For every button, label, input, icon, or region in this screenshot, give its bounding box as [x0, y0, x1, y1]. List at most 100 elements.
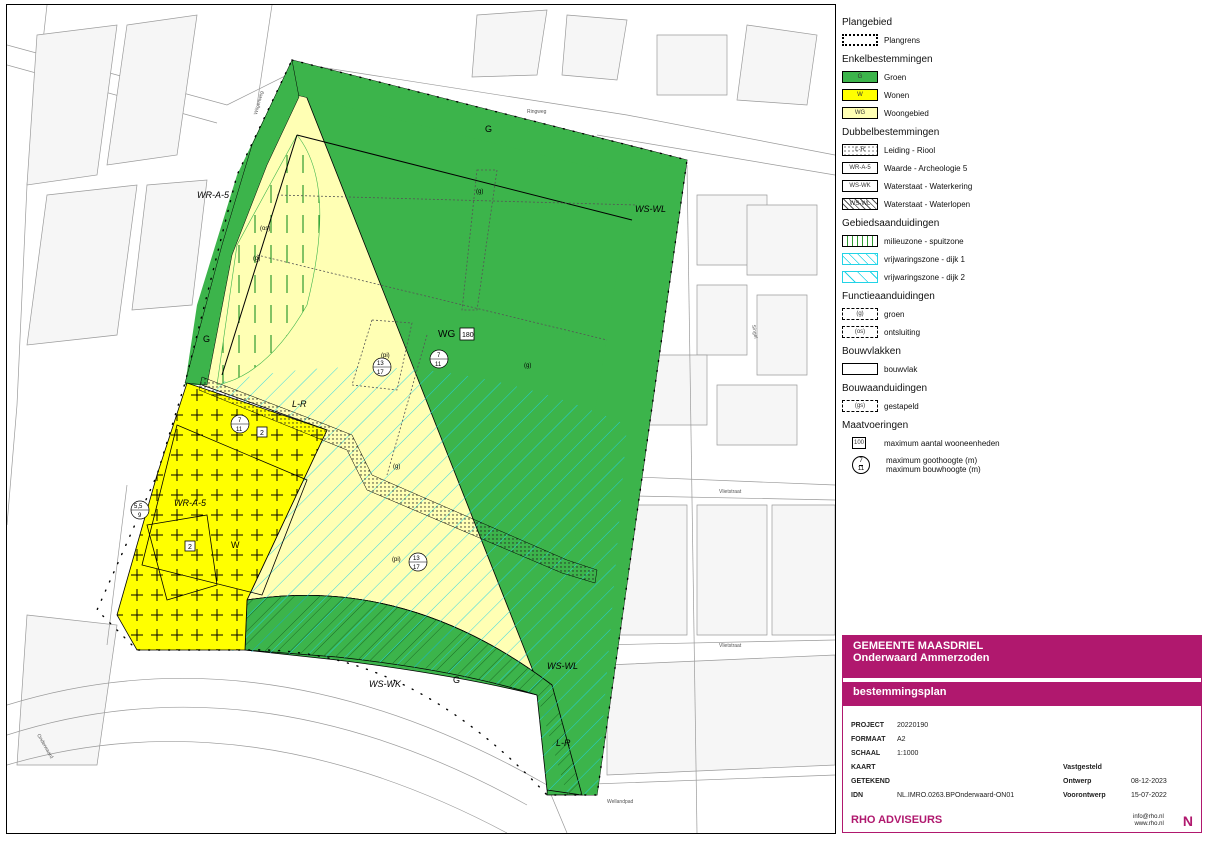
- title-block: GEMEENTE MAASDRIEL Onderwaard Ammerzoden…: [842, 635, 1202, 833]
- street-label: Vlietstraat: [719, 643, 742, 649]
- plangrens-swatch: [842, 34, 878, 46]
- label-w-units: 2: [260, 430, 264, 437]
- map-canvas: G G G WG 180 W 2 2 WR-A-5 WR-A-5 WS-WL W…: [7, 5, 835, 833]
- woongebied-swatch: WG: [842, 107, 878, 119]
- legend-heading-plangebied: Plangebied: [842, 17, 893, 28]
- legend-heading-enkel: Enkelbestemmingen: [842, 54, 933, 65]
- label-h11b: 11: [236, 427, 243, 433]
- legend-item-leiding-riool: L-R Leiding - Riool: [842, 141, 1202, 159]
- label-lr-top: L-R: [292, 399, 307, 409]
- label-wg: WG: [438, 329, 455, 340]
- legend-item-wonen: W Wonen: [842, 86, 1202, 104]
- label-g-paren-3: (g): [524, 363, 531, 369]
- gemeente-name: GEMEENTE MAASDRIEL: [853, 640, 984, 652]
- legend-item-wooneenheden: 100 maximum aantal wooneenheden: [852, 437, 1000, 449]
- legend-item-ontsluiting: (os) ontsluiting: [842, 323, 1202, 341]
- vastgesteld-label: Vastgesteld: [1063, 764, 1102, 771]
- legend-heading-maat: Maatvoeringen: [842, 420, 909, 431]
- legend-heading-bouwvlak: Bouwvlakken: [842, 346, 901, 357]
- label-g-bottom: G: [453, 675, 460, 685]
- dijk1-swatch: [842, 253, 878, 265]
- legend-heading-gebied: Gebiedsaanduidingen: [842, 218, 940, 229]
- legend-heading-functie: Functieaanduidingen: [842, 291, 935, 302]
- legend: Plangebied Plangrens Enkelbestemmingen G…: [842, 12, 1202, 478]
- project-value: 20220190: [897, 722, 929, 729]
- voorontwerp-value: 15-07-2022: [1131, 792, 1167, 799]
- zoning-map[interactable]: G G G WG 180 W 2 2 WR-A-5 WR-A-5 WS-WL W…: [6, 4, 836, 834]
- legend-item-hoogte: 7 11 maximum goothoogte (m) maximum bouw…: [842, 452, 1202, 478]
- label-lr-bot: L-R: [556, 738, 571, 748]
- street-label: Ringweg: [527, 109, 547, 115]
- kaart-label: KAART: [851, 764, 876, 771]
- label-os: (os): [260, 226, 270, 232]
- label-h55: 5,5: [134, 504, 143, 510]
- groen-functie-swatch: (g): [842, 308, 878, 320]
- label-g-paren-2: (g): [253, 256, 260, 262]
- label-w: W: [231, 540, 240, 550]
- idn-label: IDN: [851, 792, 864, 799]
- label-wra5-top: WR-A-5: [197, 190, 230, 200]
- schaal-label: SCHAAL: [851, 750, 881, 757]
- label-wg-units: 180: [462, 332, 474, 339]
- legend-item-dijk2: vrijwaringszone - dijk 2: [842, 268, 1202, 286]
- street-label: Wilgenweg: [253, 90, 265, 115]
- label-wswk: WS-WK: [369, 679, 402, 689]
- project-label: PROJECT: [851, 722, 885, 729]
- dijk2-swatch: [842, 271, 878, 283]
- spuitzone-swatch: [842, 235, 878, 247]
- legend-item-groen-functie: (g) groen: [842, 305, 1202, 323]
- legend-item-plangrens: Plangrens: [842, 31, 1202, 49]
- bouwvlak-swatch: [842, 363, 878, 375]
- contact-info: info@rho.nl www.rho.nl: [1133, 814, 1164, 827]
- label-wswl-top: WS-WL: [635, 204, 666, 214]
- legend-item-waterlopen: WS-WL Waterstaat - Waterlopen: [842, 195, 1202, 213]
- leiding-riool-swatch: L-R: [842, 144, 878, 156]
- company-logo: RHO ADVISEURS: [851, 814, 943, 826]
- voorontwerp-label: Voorontwerp: [1063, 792, 1106, 799]
- ontsluiting-swatch: (os): [842, 326, 878, 338]
- wonen-swatch: W: [842, 89, 878, 101]
- label-g-paren-1: (g): [476, 189, 483, 195]
- gestapeld-swatch: (gs): [842, 400, 878, 412]
- legend-heading-dubbel: Dubbelbestemmingen: [842, 127, 940, 138]
- label-g-left: G: [203, 334, 210, 344]
- label-w-units-2: 2: [188, 544, 192, 551]
- label-pi-2: (pi): [392, 557, 401, 563]
- street-label: Singel: [750, 324, 758, 339]
- ontwerp-label: Ontwerp: [1063, 778, 1092, 785]
- legend-item-spuitzone: milieuzone - spuitzone: [842, 232, 1202, 250]
- waterkering-swatch: WS-WK: [842, 180, 878, 192]
- archeologie-swatch: WR-A-5: [842, 162, 878, 174]
- legend-item-bouwvlak: bouwvlak: [842, 360, 1202, 378]
- wooneenheden-swatch: 100: [852, 437, 866, 449]
- ontwerp-value: 08-12-2023: [1131, 778, 1167, 785]
- idn-value: NL.IMRO.0263.BPOnderwaard-ON01: [897, 792, 1015, 799]
- north-arrow-icon: N: [1182, 813, 1193, 829]
- title-header: GEMEENTE MAASDRIEL Onderwaard Ammerzoden: [843, 636, 1201, 678]
- getekend-label: GETEKEND: [851, 778, 890, 785]
- formaat-label: FORMAAT: [851, 736, 886, 743]
- hoogte-circle-icon: 7 11: [852, 456, 870, 474]
- legend-item-groen: G Groen: [842, 68, 1202, 86]
- label-wra5-mid: WR-A-5: [174, 498, 207, 508]
- street-label: Wellandpad: [607, 799, 634, 805]
- label-h13: 13: [377, 361, 384, 367]
- legend-heading-bouwaand: Bouwaanduidingen: [842, 383, 928, 394]
- label-h11a: 11: [435, 362, 442, 368]
- formaat-value: A2: [897, 736, 906, 743]
- label-h17: 17: [377, 370, 384, 376]
- plan-type: bestemmingsplan: [843, 682, 1201, 706]
- schaal-value: 1:1000: [897, 750, 919, 757]
- label-h17b: 17: [413, 565, 420, 571]
- waterlopen-swatch: WS-WL: [842, 198, 878, 210]
- project-name: Onderwaard Ammerzoden: [853, 652, 990, 664]
- label-g-top: G: [485, 124, 492, 134]
- legend-item-dijk1: vrijwaringszone - dijk 1: [842, 250, 1202, 268]
- street-label: Vlietstraat: [719, 489, 742, 495]
- legend-item-gestapeld: (gs) gestapeld: [842, 397, 1202, 415]
- label-g-paren-4: (g): [393, 464, 400, 470]
- title-footer: RHO ADVISEURS info@rho.nl www.rho.nl N: [843, 812, 1201, 832]
- groen-swatch: G: [842, 71, 878, 83]
- legend-item-waterkering: WS-WK Waterstaat - Waterkering: [842, 177, 1202, 195]
- label-h13b: 13: [413, 556, 420, 562]
